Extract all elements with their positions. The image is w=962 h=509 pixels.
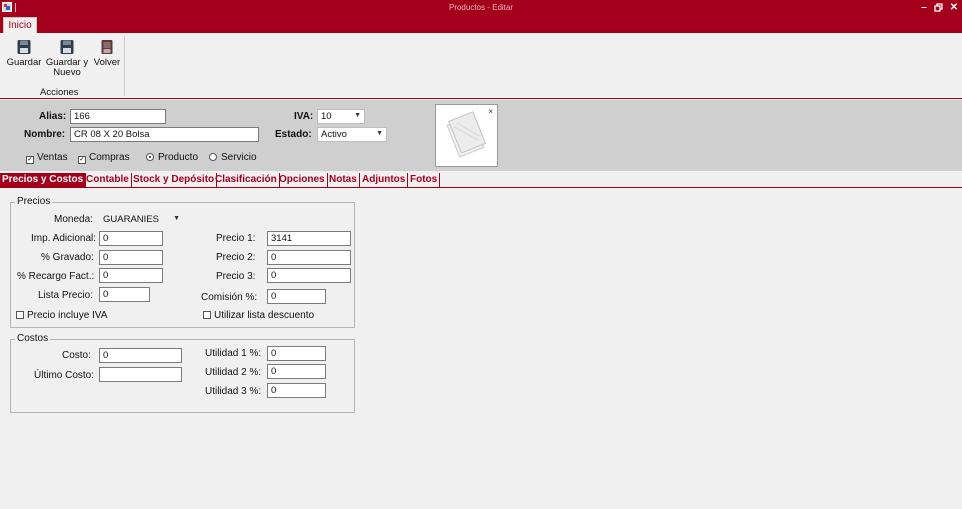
alias-label: Alias:	[39, 111, 67, 122]
lista-precio-label: Lista Precio:	[38, 290, 94, 301]
chevron-down-icon: ▼	[354, 112, 361, 119]
ribbon-group-label: Acciones	[40, 87, 79, 98]
radio-selected-icon	[146, 153, 154, 161]
ribbon-tab-strip: Inicio	[0, 16, 962, 33]
servicio-label: Servicio	[221, 152, 257, 163]
precio2-input[interactable]: 0	[267, 250, 351, 265]
estado-label: Estado:	[275, 129, 312, 140]
floppy-disk-icon	[17, 40, 31, 54]
checkbox-checked-icon: ✓	[78, 156, 86, 164]
servicio-radio[interactable]: Servicio	[209, 152, 257, 163]
comision-label: Comisión %:	[201, 292, 258, 303]
ribbon-tab-inicio[interactable]: Inicio	[3, 17, 37, 33]
tab-fotos[interactable]: Fotos	[408, 173, 441, 188]
compras-label: Compras	[89, 152, 130, 163]
lista-precio-input[interactable]: 0	[99, 287, 150, 302]
chevron-down-icon: ▼	[376, 130, 383, 137]
back-button[interactable]: Volver	[92, 39, 122, 68]
estado-select-value: Activo	[321, 129, 347, 140]
producto-radio[interactable]: Producto	[146, 152, 198, 163]
tab-adjuntos[interactable]: Adjuntos	[360, 173, 409, 188]
ventas-label: Ventas	[37, 152, 68, 163]
iva-label: IVA:	[294, 111, 314, 122]
title-bar: Productos - Editar – ✕	[0, 0, 962, 16]
save-button-label: Guardar	[6, 57, 42, 68]
gravado-label: % Gravado:	[41, 252, 94, 263]
moneda-select-value: GUARANIES	[103, 214, 159, 225]
floppy-disk-icon	[60, 40, 74, 54]
recargo-fact-input[interactable]: 0	[99, 268, 163, 283]
checkbox-unchecked-icon	[16, 311, 24, 319]
comision-input[interactable]: 0	[267, 289, 326, 304]
tab-opciones[interactable]: Opciones	[277, 173, 328, 188]
utilidad1-label: Utilidad 1 %:	[205, 348, 262, 359]
costo-label: Costo:	[62, 350, 91, 361]
precio-incluye-iva-checkbox[interactable]: Precio incluye IVA	[16, 310, 107, 321]
recargo-fact-label: % Recargo Fact.:	[17, 271, 95, 282]
window-title: Productos - Editar	[448, 3, 514, 12]
ribbon-body: Guardar Guardar y Nuevo Volver Acciones	[0, 33, 962, 99]
precio3-label: Precio 3:	[216, 271, 256, 282]
alias-input[interactable]: 166	[70, 109, 166, 124]
utilidad1-input[interactable]: 0	[267, 346, 326, 361]
imp-adicional-input[interactable]: 0	[99, 231, 163, 246]
tab-precios-costos[interactable]: Precios y Costos	[0, 173, 87, 188]
precio1-label: Precio 1:	[216, 233, 256, 244]
utilidad2-label: Utilidad 2 %:	[205, 367, 262, 378]
radio-unselected-icon	[209, 153, 217, 161]
moneda-select[interactable]: GUARANIES ▼	[99, 212, 184, 227]
moneda-label: Moneda:	[54, 214, 93, 225]
iva-select[interactable]: 10 ▼	[317, 109, 365, 124]
precio2-label: Precio 2:	[216, 252, 256, 263]
nombre-label: Nombre:	[24, 129, 66, 140]
checkbox-checked-icon: ✓	[26, 156, 34, 164]
tab-clasificacion[interactable]: Clasificación	[213, 173, 280, 188]
chevron-down-icon: ▼	[173, 215, 180, 222]
producto-label: Producto	[158, 152, 199, 163]
restore-icon[interactable]	[932, 1, 946, 14]
save-and-new-label-line2: Nuevo	[53, 67, 81, 78]
ultimo-costo-label: Último Costo:	[34, 370, 95, 381]
costos-legend: Costos	[15, 333, 51, 344]
checkbox-unchecked-icon	[203, 311, 211, 319]
door-exit-icon	[101, 40, 113, 54]
tab-notas[interactable]: Notas	[327, 173, 360, 188]
utilidad2-input[interactable]: 0	[267, 364, 326, 379]
tab-strip: Precios y Costos Contable Stock y Depósi…	[0, 172, 962, 188]
utilizar-lista-descuento-checkbox[interactable]: Utilizar lista descuento	[203, 310, 314, 321]
tab-contable[interactable]: Contable	[84, 173, 132, 188]
utilidad3-label: Utilidad 3 %:	[205, 386, 262, 397]
precio1-input[interactable]: 3141	[267, 231, 351, 246]
gravado-input[interactable]: 0	[99, 250, 163, 265]
utilidad3-input[interactable]: 0	[267, 383, 326, 398]
save-button[interactable]: Guardar	[6, 39, 42, 68]
estado-select[interactable]: Activo ▼	[317, 127, 387, 142]
remove-photo-icon[interactable]: ×	[488, 107, 493, 116]
utilizar-lista-descuento-label: Utilizar lista descuento	[214, 310, 315, 321]
costo-input[interactable]: 0	[99, 348, 182, 363]
tab-stock-deposito[interactable]: Stock y Depósito	[131, 173, 218, 188]
back-button-label: Volver	[93, 57, 121, 68]
product-photo[interactable]: ×	[435, 104, 498, 167]
iva-select-value: 10	[321, 111, 332, 122]
minimize-icon[interactable]: –	[917, 1, 931, 14]
compras-checkbox[interactable]: ✓ Compras	[78, 152, 130, 164]
ribbon-group-separator	[124, 36, 125, 96]
ventas-checkbox[interactable]: ✓ Ventas	[26, 152, 68, 164]
precio3-input[interactable]: 0	[267, 268, 351, 283]
imp-adicional-label: Imp. Adicional:	[31, 233, 97, 244]
close-icon[interactable]: ✕	[947, 1, 961, 14]
precio-incluye-iva-label: Precio incluye IVA	[27, 310, 108, 321]
precios-legend: Precios	[15, 196, 53, 207]
save-and-new-button[interactable]: Guardar y Nuevo	[45, 39, 89, 78]
ultimo-costo-input[interactable]	[99, 367, 182, 382]
nombre-input[interactable]: CR 08 X 20 Bolsa	[70, 127, 259, 142]
